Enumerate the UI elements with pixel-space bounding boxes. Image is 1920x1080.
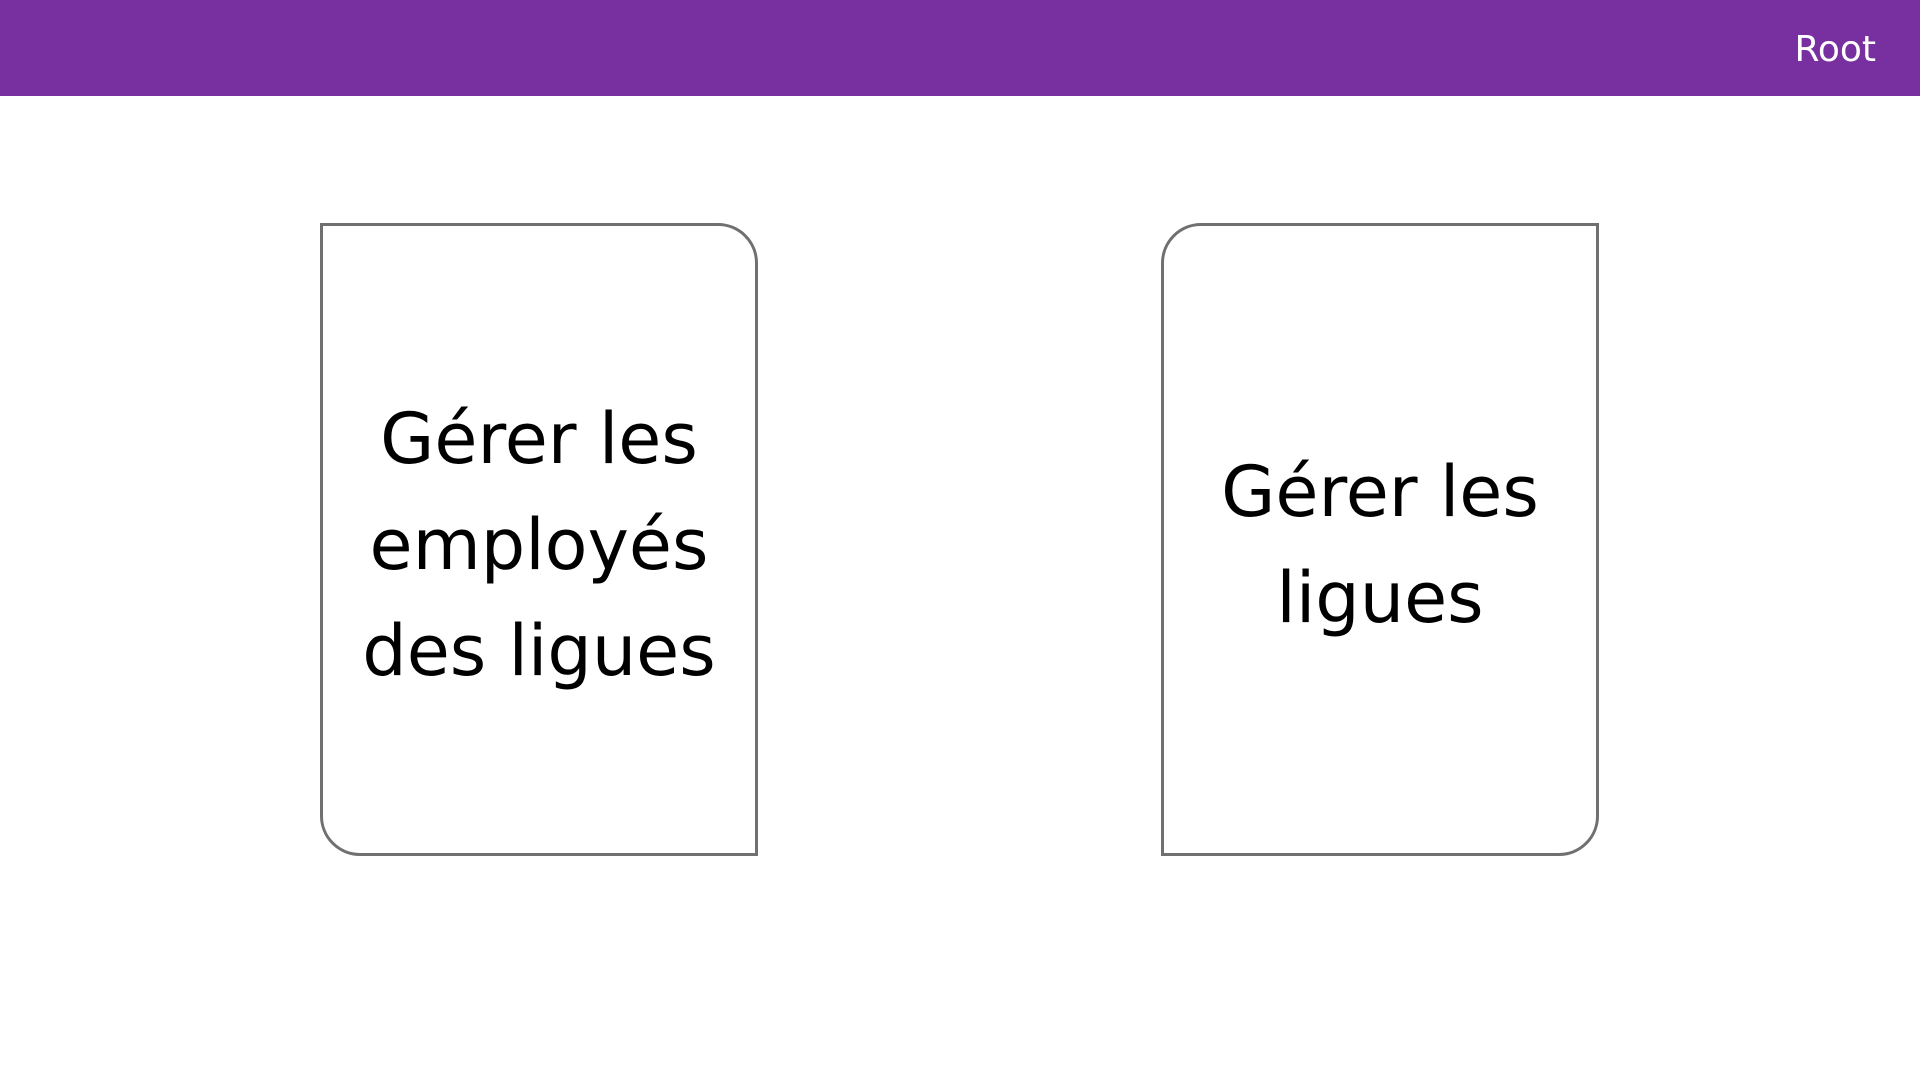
manage-league-employees-card[interactable]: Gérer les employés des ligues [320, 223, 758, 856]
manage-league-employees-label: Gérer les employés des ligues [362, 397, 716, 692]
manage-leagues-label: Gérer les ligues [1221, 450, 1539, 639]
top-bar: Root [0, 0, 1920, 96]
user-label[interactable]: Root [1794, 0, 1876, 96]
manage-leagues-card[interactable]: Gérer les ligues [1161, 223, 1599, 856]
app-window: Root Gérer les employés des ligues Gérer… [0, 0, 1920, 1080]
